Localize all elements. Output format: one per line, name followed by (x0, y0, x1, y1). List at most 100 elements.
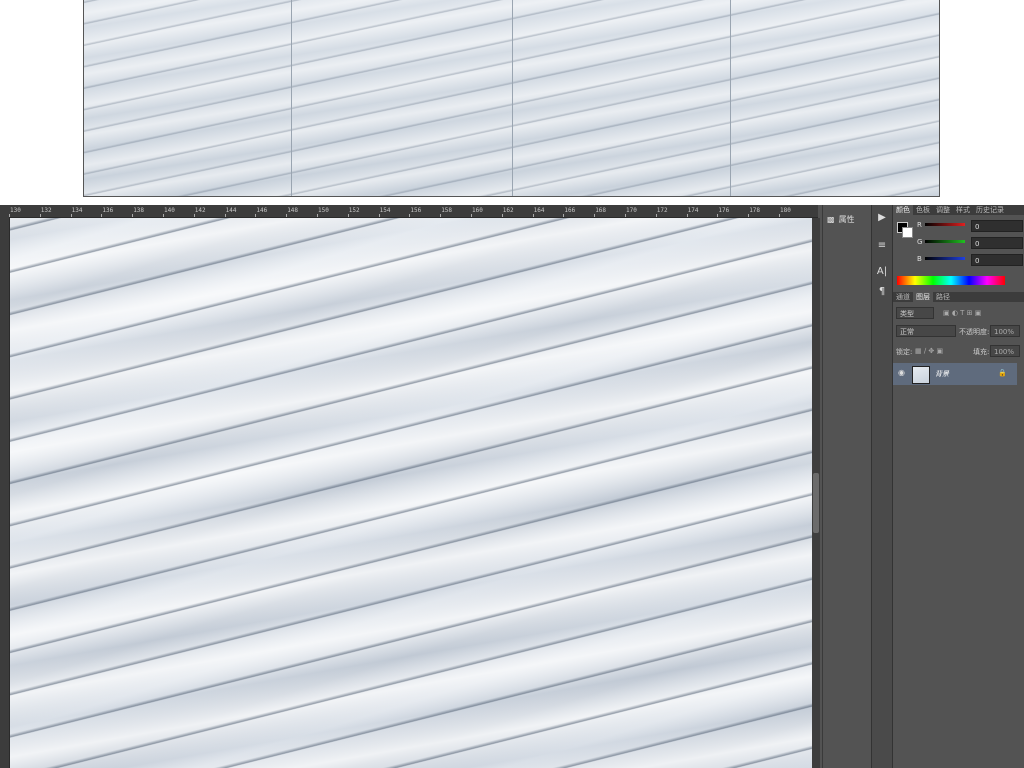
color-slider-g[interactable]: G 0 (917, 237, 1023, 251)
ruler-tick-label: 136 (102, 207, 114, 214)
ruler-tick-label: 154 (379, 207, 391, 214)
ruler-tick-label: 156 (410, 207, 422, 214)
tab-swatches[interactable]: 色板 (913, 205, 933, 215)
scrollbar-thumb[interactable] (813, 473, 819, 533)
opacity-label: 不透明度: (959, 328, 990, 336)
color-panel-tabs: 颜色 色板 调整 样式 历史记录 (893, 205, 1024, 215)
ruler-tick-label: 160 (472, 207, 483, 214)
ruler-tick-mark (163, 214, 164, 217)
layer-filter-select[interactable]: 类型 (896, 307, 934, 319)
ruler-tick-mark (39, 214, 41, 217)
ruler-tick-label: 140 (164, 207, 175, 214)
ruler-tick-mark (779, 214, 780, 217)
ruler-tick-mark (471, 214, 472, 217)
marble-preview-image (83, 0, 940, 197)
preview-seam-line (730, 0, 731, 196)
ruler-tick-mark (748, 214, 750, 217)
fill-field[interactable]: 100% (990, 345, 1020, 357)
visibility-eye-icon[interactable]: ◉ (898, 368, 905, 377)
blend-mode-value: 正常 (900, 328, 914, 336)
slider-track[interactable] (925, 240, 965, 243)
slider-value-field[interactable]: 0 (971, 220, 1023, 232)
tab-styles[interactable]: 样式 (953, 205, 973, 215)
ruler-tick-mark (224, 214, 226, 217)
ruler-tick-mark (347, 214, 349, 217)
ruler-tick-label: 178 (749, 207, 761, 214)
preview-seam-line (512, 0, 513, 196)
ruler-tick-label: 170 (626, 207, 637, 214)
properties-icon: ▩ (827, 214, 835, 224)
ruler-tick-label: 164 (533, 207, 545, 214)
right-panel: 颜色 色板 调整 样式 历史记录 R 0 G 0 B 0 通道 图层 路径 类型… (892, 205, 1024, 768)
tab-color[interactable]: 颜色 (893, 205, 913, 215)
layer-name: 背景 (935, 370, 949, 378)
tab-layers[interactable]: 图层 (913, 292, 933, 302)
layer-thumbnail (912, 366, 930, 384)
horizontal-ruler[interactable]: 130 132 134 136 138 140 142 144 146 148 150 152 154 1… (0, 205, 818, 218)
ruler-tick-label: 166 (564, 207, 576, 214)
lock-icons[interactable]: ▦ ∕ ✥ ▣ (915, 347, 943, 355)
tab-paths[interactable]: 路径 (933, 292, 953, 302)
ruler-tick-label: 144 (225, 207, 237, 214)
ruler-tick-mark (594, 214, 596, 217)
paragraph-icon[interactable]: ¶ (875, 285, 889, 299)
ruler-tick-label: 180 (780, 207, 791, 214)
blend-mode-select[interactable]: 正常 (896, 325, 956, 337)
slider-track[interactable] (925, 257, 965, 260)
color-slider-r[interactable]: R 0 (917, 220, 1023, 234)
ruler-tick-label: 130 (10, 207, 21, 214)
tab-history[interactable]: 历史记录 (973, 205, 1007, 215)
background-color-swatch[interactable] (902, 227, 913, 238)
preview-seam-line (291, 0, 292, 196)
play-icon[interactable]: ▶ (875, 211, 889, 225)
ruler-tick-label: 172 (656, 207, 668, 214)
properties-label: 属性 (838, 214, 855, 224)
layer-filter-icons[interactable]: ▣ ◐ T ⊞ ▣ (943, 309, 981, 317)
slider-label: B (917, 255, 922, 263)
document-canvas[interactable] (10, 218, 812, 768)
vertical-ruler[interactable] (0, 217, 10, 768)
ruler-tick-label: 176 (718, 207, 730, 214)
ruler-tick-label: 138 (133, 207, 145, 214)
ruler-tick-mark (101, 214, 103, 217)
ruler-tick-mark (70, 214, 72, 217)
slider-value-field[interactable]: 0 (971, 254, 1023, 266)
lock-icon: 🔒 (998, 369, 1007, 377)
ruler-tick-mark (255, 214, 257, 217)
ruler-tick-mark (563, 214, 565, 217)
tab-adjustments[interactable]: 调整 (933, 205, 953, 215)
ruler-tick-mark (193, 214, 195, 217)
layer-row-background[interactable]: ◉ 背景 🔒 (893, 363, 1017, 385)
ruler-tick-mark (440, 214, 442, 217)
filter-kind-label: 类型 (900, 310, 914, 318)
ruler-tick-label: 168 (595, 207, 607, 214)
ruler-tick-mark (625, 214, 626, 217)
ruler-tick-label: 132 (40, 207, 52, 214)
ruler-tick-mark (655, 214, 657, 217)
ruler-tick-label: 162 (502, 207, 514, 214)
opacity-value: 100% (994, 328, 1015, 336)
character-icon[interactable]: A| (875, 265, 889, 279)
tab-channels[interactable]: 通道 (893, 292, 913, 302)
ruler-tick-mark (686, 214, 688, 217)
ruler-tick-mark (532, 214, 534, 217)
ruler-tick-mark (317, 214, 318, 217)
color-spectrum-ramp[interactable] (897, 276, 1005, 285)
ruler-tick-mark (501, 214, 503, 217)
ruler-tick-label: 174 (687, 207, 699, 214)
layers-panel-tabs: 通道 图层 路径 (893, 292, 1024, 302)
slider-track[interactable] (925, 223, 965, 226)
opacity-field[interactable]: 100% (990, 325, 1020, 337)
slider-value-field[interactable]: 0 (971, 237, 1023, 249)
ruler-tick-label: 146 (256, 207, 268, 214)
fill-value: 100% (994, 348, 1015, 356)
properties-panel-button[interactable]: ▩ 属性 (827, 210, 871, 228)
ruler-tick-mark (409, 214, 411, 217)
panel-toolstrip: ▶ ≡ A| ¶ (871, 205, 892, 768)
adjustments-icon[interactable]: ≡ (875, 239, 889, 253)
vertical-scrollbar[interactable] (812, 218, 820, 768)
collapsed-panel-column: ▩ 属性 (822, 205, 871, 768)
ruler-tick-label: 158 (441, 207, 453, 214)
color-slider-b[interactable]: B 0 (917, 254, 1023, 268)
ruler-tick-mark (378, 214, 380, 217)
